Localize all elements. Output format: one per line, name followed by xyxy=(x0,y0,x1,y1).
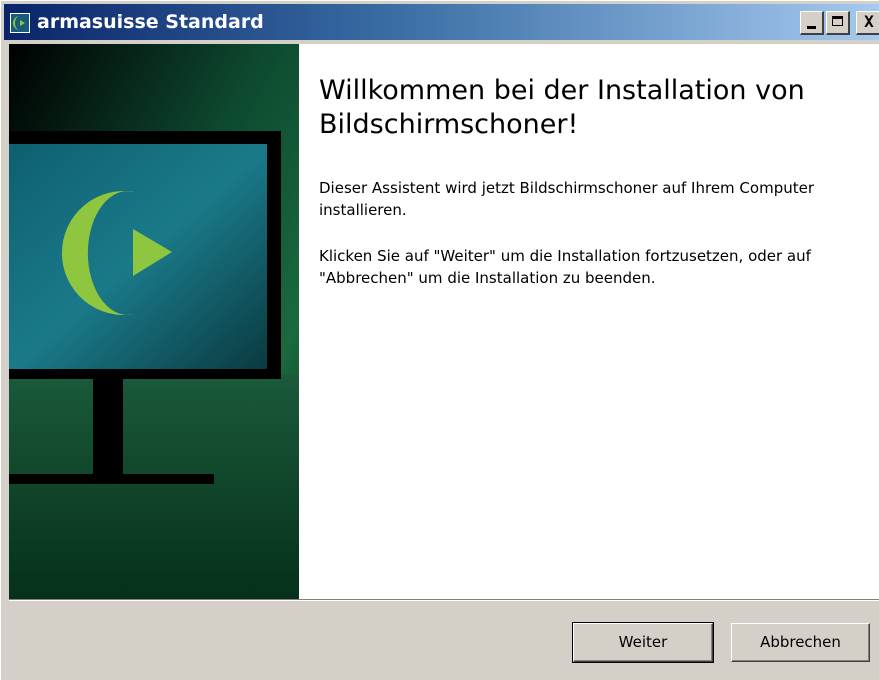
close-button[interactable]: X xyxy=(856,11,879,35)
app-icon xyxy=(10,13,30,33)
maximize-button[interactable] xyxy=(826,11,850,35)
wizard-banner-image xyxy=(9,44,299,599)
intro-text: Dieser Assistent wird jetzt Bildschirmsc… xyxy=(319,179,814,219)
cancel-button[interactable]: Abbrechen xyxy=(731,623,870,662)
next-button[interactable]: Weiter xyxy=(572,622,714,663)
minimize-button[interactable] xyxy=(800,11,824,35)
minimize-icon xyxy=(807,26,816,29)
maximize-icon xyxy=(832,16,843,26)
banner-graphic xyxy=(9,44,299,599)
close-icon: X xyxy=(864,12,874,31)
window-title: armasuisse Standard xyxy=(37,11,264,33)
installer-window: armasuisse Standard X Willkommen bei der… xyxy=(0,0,879,680)
title-bar[interactable]: armasuisse Standard X xyxy=(4,4,879,40)
footer-separator xyxy=(9,599,879,601)
welcome-heading: Willkommen bei der Installation von Bild… xyxy=(319,75,805,140)
cancel-button-label: Abbrechen xyxy=(760,633,841,651)
instructions-text: Klicken Sie auf "Weiter" um die Installa… xyxy=(319,247,811,287)
content-panel: Willkommen bei der Installation von Bild… xyxy=(299,44,879,599)
next-button-label: Weiter xyxy=(618,633,668,651)
